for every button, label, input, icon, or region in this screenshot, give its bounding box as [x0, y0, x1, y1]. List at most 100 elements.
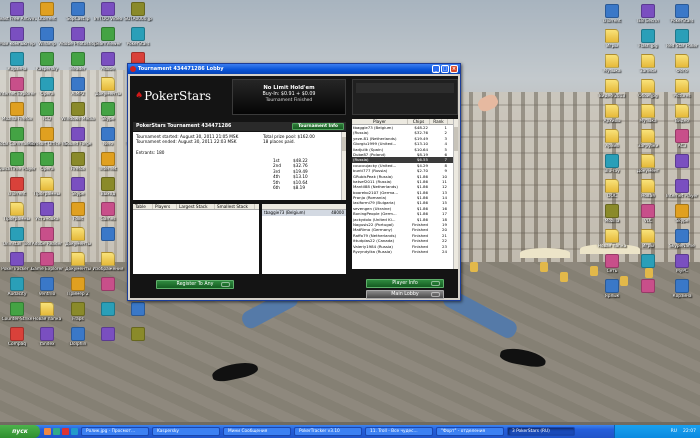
taskbar-button[interactable]: Мини Сообщения	[223, 427, 291, 436]
desktop-icon[interactable]: Видео 2013	[592, 79, 632, 99]
application-icon	[101, 177, 115, 191]
tables-list[interactable]: Table Players Largest Stack Smallest Stack	[133, 204, 259, 274]
desktop-icon[interactable]: AC3	[662, 129, 700, 149]
desktop-icon[interactable]: Игры	[592, 29, 632, 49]
tables-column-header[interactable]: Smallest Stack	[215, 204, 255, 209]
desktop-icon[interactable]	[118, 327, 158, 342]
application-icon	[675, 179, 689, 193]
language-indicator[interactable]: RU	[671, 429, 677, 434]
desktop-icon[interactable]	[662, 154, 700, 169]
player-row[interactable]: Ryzyndylka (Russia) Finished 24	[352, 249, 458, 254]
players-rows: tbaggie73 (Belgium) $48.22 1 (Russia) $32.76…	[352, 125, 458, 254]
folder-icon	[10, 202, 24, 216]
desktop-icon[interactable]: SOTA0000.jp	[118, 2, 158, 22]
quicklaunch-icq-icon[interactable]	[53, 428, 60, 435]
desktop-icon[interactable]: Музыка	[592, 54, 632, 74]
desktop-icon[interactable]: Skype	[662, 204, 700, 224]
desktop-icon[interactable]: SkypeName	[662, 229, 700, 249]
quicklaunch-ie-icon[interactable]	[71, 428, 78, 435]
tables-column-header[interactable]: Players	[153, 204, 177, 209]
minimize-button[interactable]: _	[432, 65, 440, 73]
application-icon	[10, 127, 24, 141]
application-icon	[101, 327, 115, 341]
desktop-icon[interactable]: Blu-ray	[592, 154, 632, 174]
seat-row[interactable]: tbaggie73 (Belgium) 48000	[262, 210, 346, 216]
application-icon	[675, 254, 689, 268]
folder-icon	[641, 129, 655, 143]
scroll-thumb[interactable]	[454, 127, 458, 151]
desktop-icon[interactable]: Архив	[592, 129, 632, 149]
start-button[interactable]: пуск	[0, 425, 40, 438]
tournament-lobby-window[interactable]: Tournament 434471286 Lobby _ □ × ♠ Poker…	[127, 63, 461, 301]
taskbar-button[interactable]: Kaspersky	[152, 427, 220, 436]
desktop-icon[interactable]: Корзина	[662, 279, 700, 299]
desktop-icon[interactable]: Новая папка	[592, 229, 632, 249]
player-chips: Finished	[412, 248, 428, 254]
tournament-entrants: Entrants: 180	[136, 149, 165, 155]
game-status: Tournament Finished	[265, 98, 313, 103]
desktop-icon-label: Видео 2013	[598, 94, 626, 99]
desktop-icon-label: Pictures	[673, 94, 691, 99]
window-titlebar[interactable]: Tournament 434471286 Lobby _ □ ×	[128, 64, 460, 74]
main-lobby-button[interactable]: Main Lobby	[366, 290, 444, 299]
taskbar-button[interactable]: 3 PokerStars (RU)	[507, 427, 575, 436]
close-button[interactable]: ×	[450, 65, 458, 73]
desktop-icon[interactable]: uTorrent	[592, 4, 632, 24]
folder-icon	[101, 77, 115, 91]
tournament-info-button[interactable]: Tournament Info	[292, 123, 344, 130]
desktop-icon[interactable]: Сеть	[592, 254, 632, 274]
taskbar-button[interactable]: "Форт" - отделения	[436, 427, 504, 436]
desktop-icon[interactable]: Архивы	[592, 104, 632, 124]
wallpaper-shoe	[210, 359, 260, 384]
col-rank[interactable]: Rank	[430, 119, 448, 124]
folder-icon	[675, 79, 689, 93]
taskbar: пуск Ролик.jpg - Просмот... Kaspersky Мини…	[0, 425, 700, 438]
player-info-button[interactable]: Player Info	[366, 279, 444, 288]
desktop-icon[interactable]: Ярлык	[592, 279, 632, 299]
desktop-icon[interactable]: Internet Player	[662, 179, 700, 199]
taskbar-button[interactable]: PokerTracker v3.10	[294, 427, 362, 436]
col-chips[interactable]: Chips	[408, 119, 430, 124]
info-scrollbar[interactable]	[341, 132, 346, 200]
tables-column-header[interactable]: Table	[133, 204, 153, 209]
desktop-icon[interactable]	[118, 302, 158, 317]
application-icon	[641, 279, 655, 293]
desktop-icon[interactable]: PokerStars	[118, 27, 158, 47]
desktop-icon[interactable]: MyPC	[662, 254, 700, 274]
desktop-icon[interactable]: Фото	[662, 54, 700, 74]
application-icon	[40, 152, 54, 166]
application-icon	[131, 302, 145, 316]
desktop-icon-label: Выход	[100, 192, 116, 197]
register-to-any-button[interactable]: Register To Any	[156, 280, 234, 289]
quicklaunch-opera-icon[interactable]	[62, 428, 69, 435]
desktop-icon[interactable]: DOC	[592, 179, 632, 199]
desktop-icon[interactable]: Pictures	[662, 79, 700, 99]
quick-launch	[44, 428, 78, 435]
players-list[interactable]: Player Chips Rank tbaggie73 (Belgium) $48…	[352, 119, 458, 269]
players-scrollbar[interactable]	[453, 119, 458, 269]
quicklaunch-firefox-icon[interactable]	[44, 428, 51, 435]
tournament-header-title: PokerStars Tournament 434471286	[136, 124, 232, 129]
desktop-icon[interactable]: Red Star Poker	[662, 29, 700, 49]
application-icon	[40, 27, 54, 41]
desktop-icon-label: Новая папка	[597, 244, 627, 249]
game-summary: No Limit Hold'em Buy-In: $0.91 + $0.09 T…	[232, 79, 346, 115]
taskbar-button[interactable]: 11. Troll - Все чудес...	[365, 427, 433, 436]
desktop-icon[interactable]: Mozilla	[592, 204, 632, 224]
desktop-icon[interactable]: PokerStars	[662, 4, 700, 24]
application-icon	[131, 2, 145, 16]
desktop-icon-label: Dolphin	[69, 342, 87, 347]
register-to-any-label: Register To Any	[176, 282, 214, 287]
taskbar-button[interactable]: Ролик.jpg - Просмот...	[81, 427, 149, 436]
table-seats-list[interactable]: tbaggie73 (Belgium) 48000	[262, 204, 346, 274]
maximize-button[interactable]: □	[441, 65, 449, 73]
application-icon	[10, 327, 24, 341]
application-icon	[10, 102, 24, 116]
clock[interactable]: 22:07	[683, 429, 696, 434]
tables-column-header[interactable]: Largest Stack	[177, 204, 215, 209]
application-icon	[10, 152, 24, 166]
desktop-icon-label: Изображения	[92, 267, 124, 272]
desktop-icon[interactable]: Видео	[662, 104, 700, 124]
col-player[interactable]: Player	[352, 119, 408, 124]
scroll-thumb[interactable]	[342, 137, 346, 151]
